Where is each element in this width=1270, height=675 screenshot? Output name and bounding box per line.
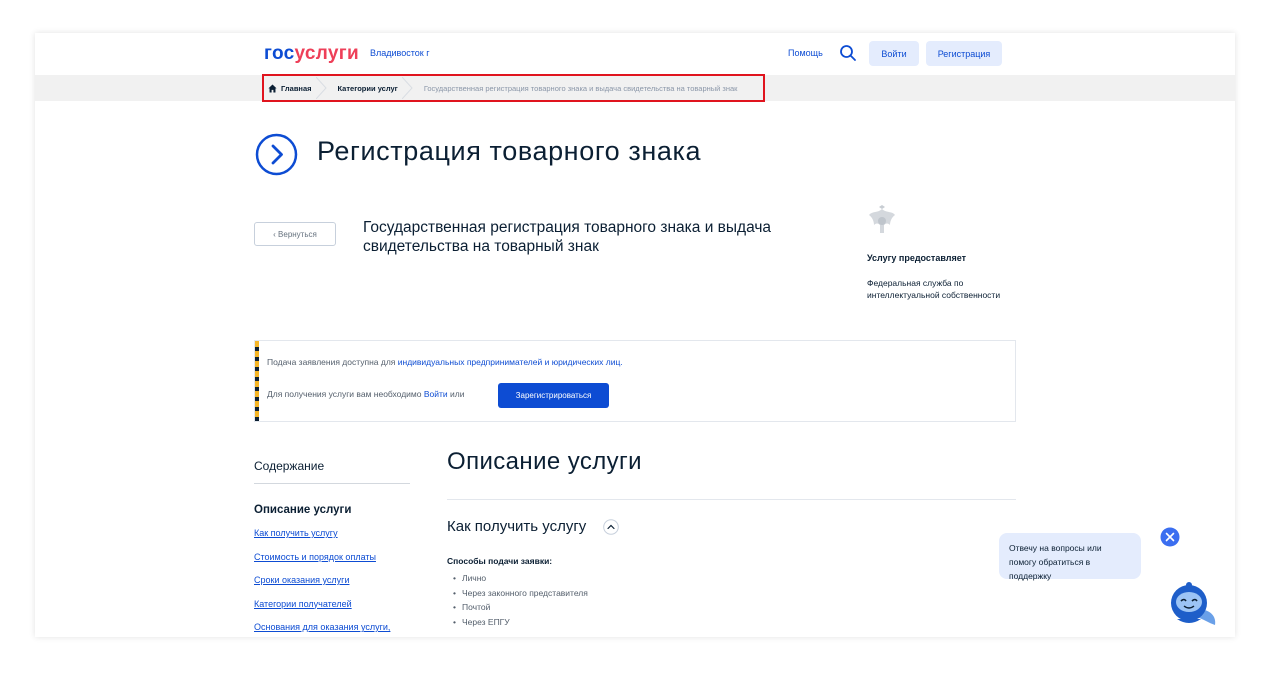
notice-box: Подача заявления доступна для индивидуал… <box>254 340 1016 422</box>
chevron-up-icon[interactable] <box>603 519 619 535</box>
page-title: Регистрация товарного знака <box>317 136 702 166</box>
provider-name: Федеральная служба по интеллектуальной с… <box>867 278 1001 300</box>
toc-link[interactable]: Как получить услугу <box>254 528 390 552</box>
search-icon[interactable] <box>839 44 857 62</box>
chat-bubble[interactable]: Отвечу на вопросы или помогу обратиться … <box>999 533 1141 581</box>
robot-assistant-icon[interactable] <box>1167 581 1219 629</box>
toc-link[interactable]: Стоимость и порядок оплаты <box>254 552 390 576</box>
methods-list: Лично Через законного представителя Почт… <box>453 573 588 631</box>
login-button[interactable]: Войти <box>869 41 919 66</box>
method-item: Через ЕПГУ <box>453 617 588 632</box>
browser-page: госуслуги Владивосток г Помощь Войти Рег… <box>35 33 1235 637</box>
description-title: Описание услуги <box>447 448 642 475</box>
provider-label: Услугу предоставляет <box>867 253 967 263</box>
method-item: Лично <box>453 573 588 588</box>
highlight-box <box>262 74 765 102</box>
toc-title: Содержание <box>254 459 325 473</box>
notice-line-2: Для получения услуги вам необходимо Войт… <box>267 389 464 399</box>
arrow-circle-icon <box>255 133 298 176</box>
coat-of-arms-icon <box>869 205 895 233</box>
notice-text-1: Подача заявления доступна для <box>267 357 398 367</box>
notice-line-1: Подача заявления доступна для индивидуал… <box>267 357 623 367</box>
toc-link[interactable]: Основания для оказания услуги, <box>254 622 390 637</box>
toc-divider <box>254 483 410 484</box>
toc-link[interactable]: Категории получателей <box>254 599 390 623</box>
help-link[interactable]: Помощь <box>788 48 823 58</box>
service-title: Государственная регистрация товарного зн… <box>363 219 772 255</box>
back-button[interactable]: ‹ Вернуться <box>254 222 336 246</box>
logo-part-2: услуги <box>294 43 359 64</box>
warning-stripe <box>255 341 259 421</box>
description-divider <box>447 499 1016 500</box>
methods-title: Способы подачи заявки: <box>447 556 553 566</box>
signup-button[interactable]: Зарегистрироваться <box>498 383 609 408</box>
notice-text-2: Для получения услуги вам необходимо <box>267 389 424 399</box>
method-item: Через законного представителя <box>453 588 588 603</box>
gosuslugi-logo[interactable]: госуслуги <box>264 43 359 65</box>
site-header: госуслуги Владивосток г Помощь Войти Рег… <box>35 33 1235 75</box>
toc-list: Как получить услугу Стоимость и порядок … <box>254 528 390 637</box>
close-icon[interactable] <box>1160 527 1180 547</box>
notice-recipients-link[interactable]: индивидуальных предпринимателей и юридич… <box>398 357 623 367</box>
notice-login-link[interactable]: Войти <box>424 389 448 399</box>
toc-link[interactable]: Сроки оказания услуги <box>254 575 390 599</box>
how-to-get-title[interactable]: Как получить услугу <box>447 518 586 535</box>
city-selector[interactable]: Владивосток г <box>370 48 429 58</box>
logo-part-1: гос <box>264 43 295 64</box>
method-item: Почтой <box>453 602 588 617</box>
toc-active-item[interactable]: Описание услуги <box>254 504 351 516</box>
notice-or-text: или <box>447 389 465 399</box>
register-button[interactable]: Регистрация <box>926 41 1002 66</box>
